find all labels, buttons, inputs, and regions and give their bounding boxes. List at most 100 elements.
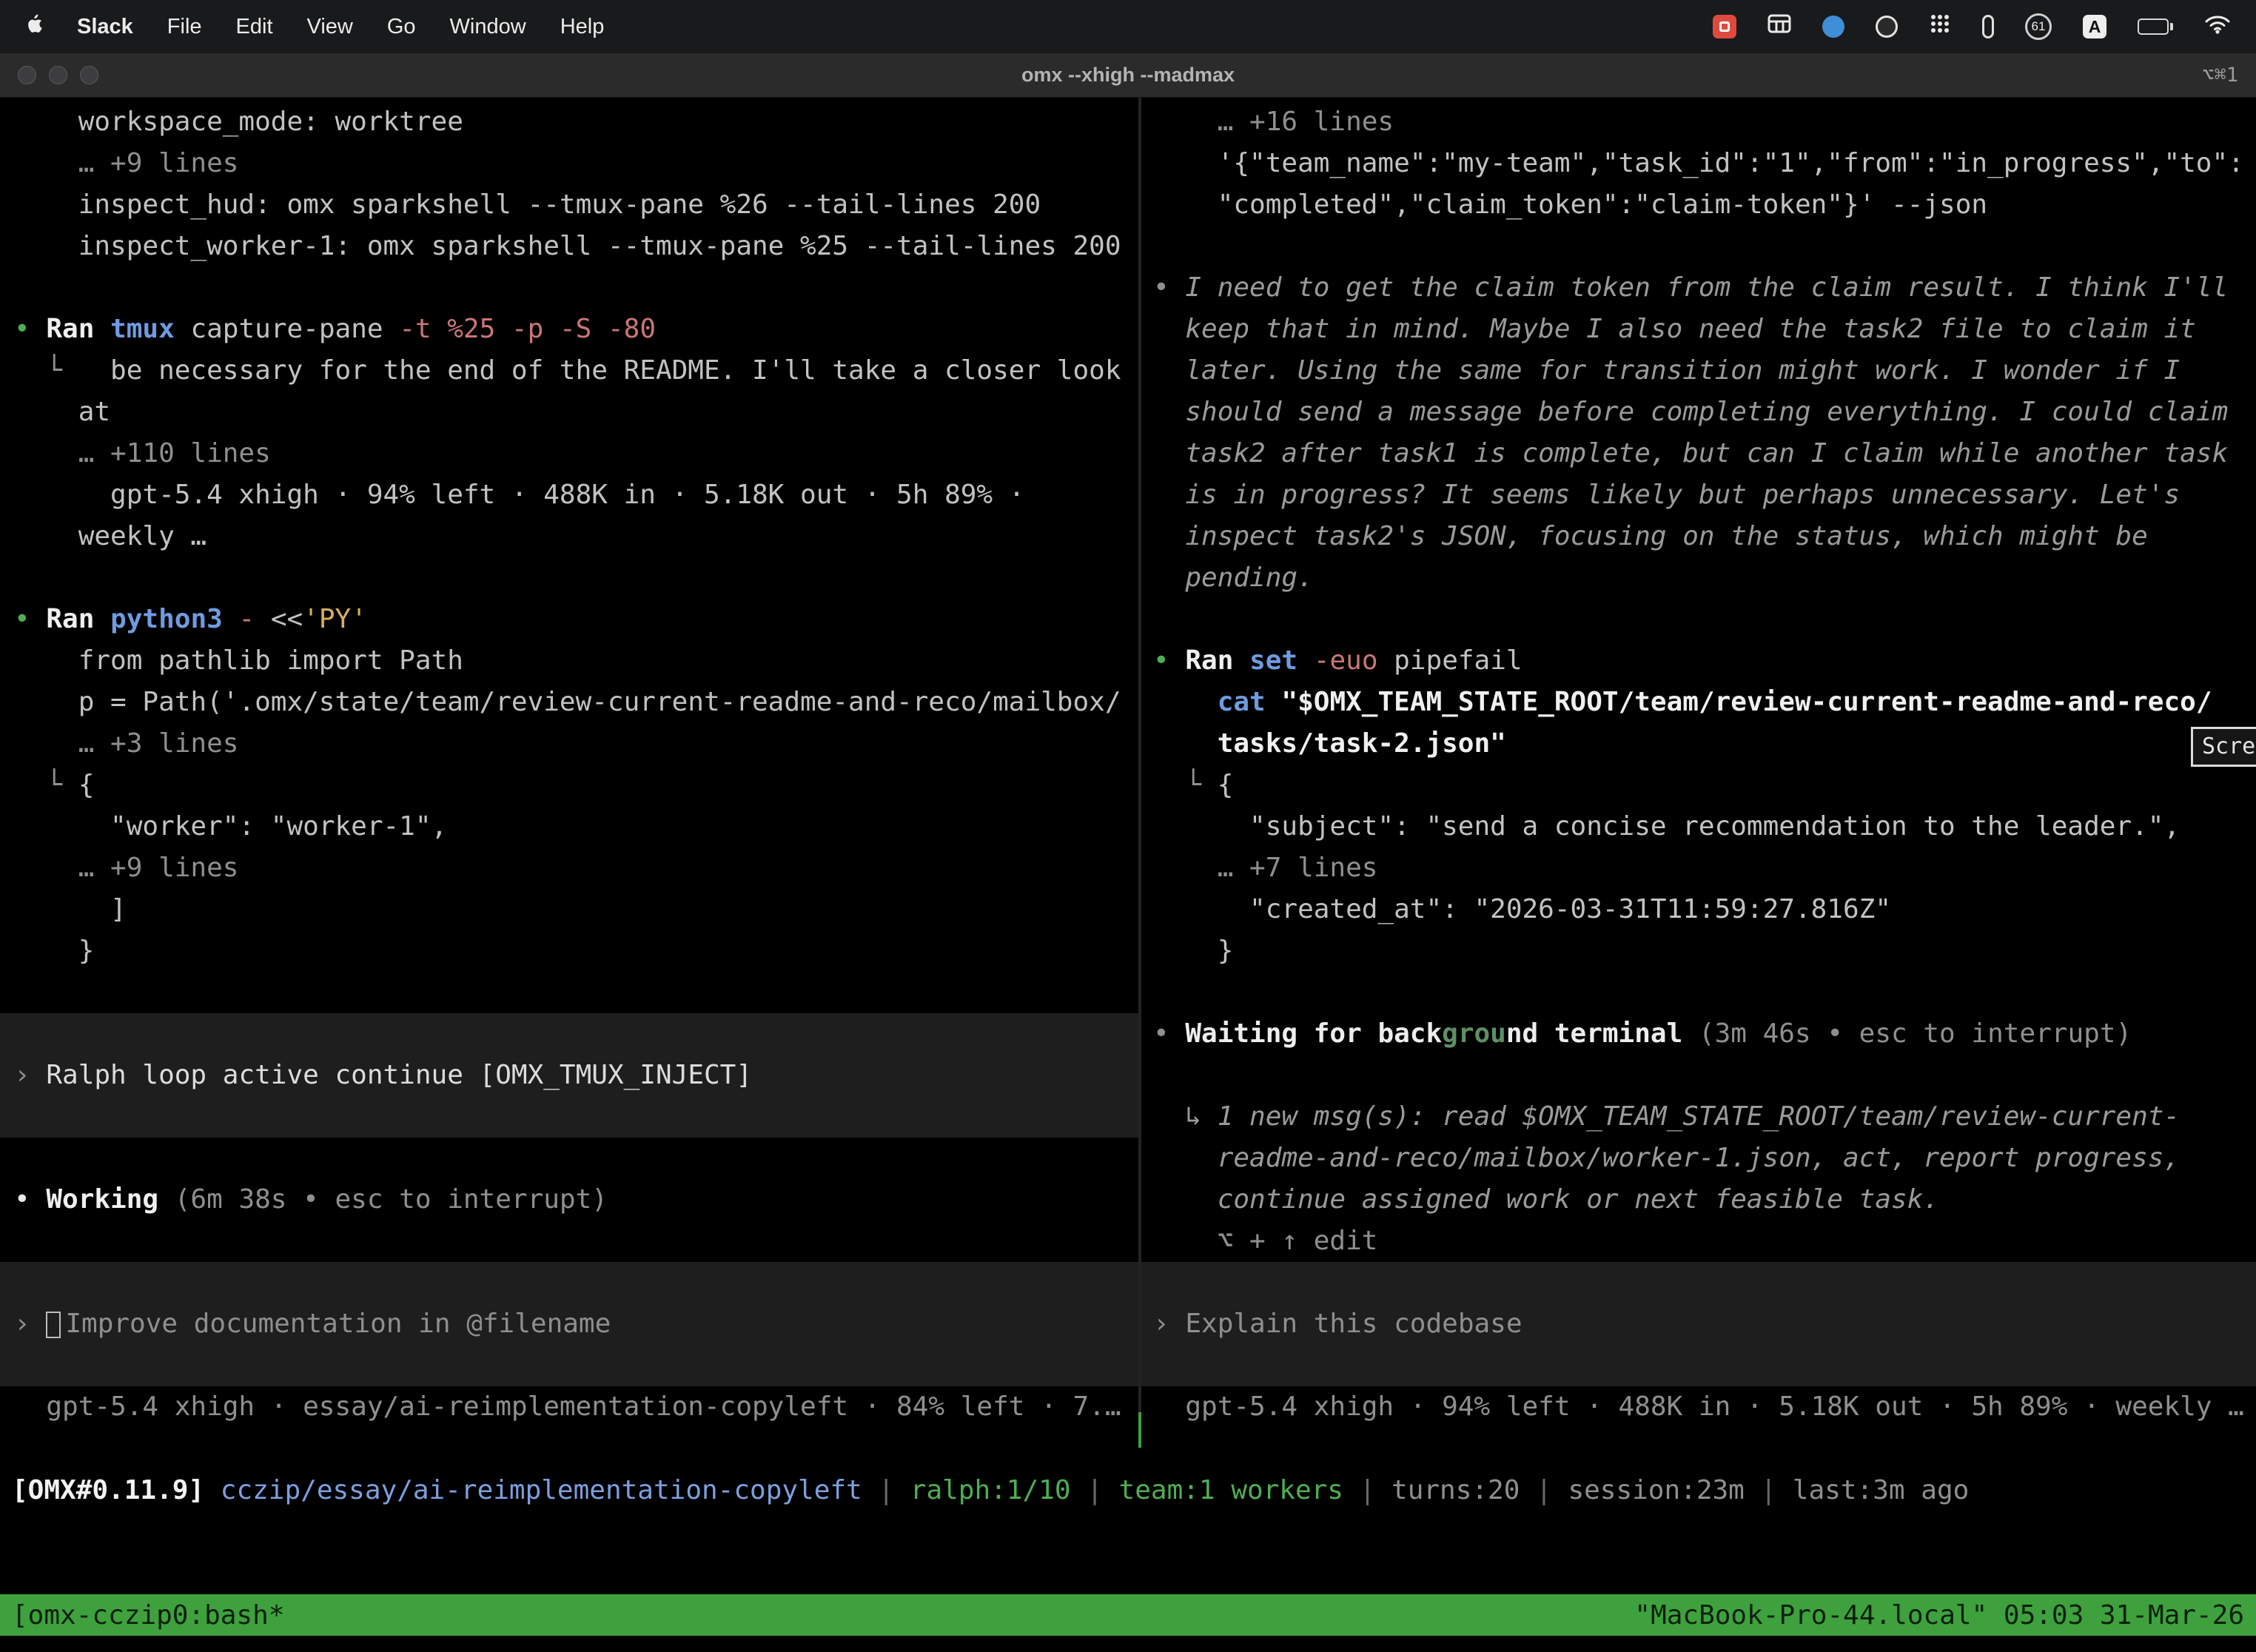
text-segment: session:23m [1568,1475,1744,1505]
wifi-icon[interactable] [2204,13,2231,40]
terminal-line: inspect task2's JSON, focusing on the st… [1141,516,2256,557]
text-segment: "worker": "worker-1", [14,811,447,842]
text-segment: … +3 lines [14,728,238,759]
text-segment [1297,645,1314,676]
prompt-input[interactable]: › Explain this codebase [1141,1303,2256,1345]
text-segment: continue assigned work or next feasible … [1153,1184,1939,1215]
terminal-line: inspect_hud: omx sparkshell --tmux-pane … [0,184,1138,226]
text-segment: › [1153,1309,1185,1339]
text-cursor [46,1312,61,1338]
menu-item-help[interactable]: Help [560,15,605,39]
minimize-button[interactable] [49,66,67,84]
terminal-line: '{"team_name":"my-team","task_id":"1","f… [1141,143,2256,184]
terminal-line: ↳ 1 new msg(s): read $OMX_TEAM_STATE_ROO… [1141,1096,2256,1138]
prompt-input[interactable]: › Improve documentation in @filename [0,1303,1138,1345]
terminal-line: "subject": "send a concise recommendatio… [1141,806,2256,847]
text-segment: (6m 38s • esc to interrupt) [158,1184,608,1215]
text-segment: weekly … [14,521,207,551]
spacer [0,1511,2256,1594]
text-segment: └ [14,355,110,386]
terminal-line: … +9 lines [0,847,1138,889]
tmux-session-label: [omx-cczip0:bash* [12,1600,284,1631]
terminal-line: gpt-5.4 xhigh · 94% left · 488K in · 5.1… [1141,1386,2256,1428]
text-segment: › [14,1060,46,1090]
tmux-status-bar: [omx-cczip0:bash* "MacBook-Pro-44.local"… [0,1594,2256,1636]
text-segment: "completed","claim_token":"claim-token"}… [1153,189,1987,220]
battery-icon[interactable] [2138,19,2173,35]
text-segment: keep that in mind. Maybe I also need the… [1153,314,2196,344]
text-segment: at [14,397,110,427]
terminal-line: } [1141,930,2256,972]
text-segment: p = Path('.omx/state/team/review-current… [14,687,1121,717]
text-segment [204,1475,221,1505]
input-source-icon[interactable]: A [2083,15,2106,38]
text-segment: from pathlib import Path [14,645,463,676]
blue-app-icon[interactable] [1822,16,1844,38]
text-segment: • [1153,272,1185,303]
text-segment: tasks/task-2.json" [1153,728,1506,759]
menu-item-edit[interactable]: Edit [236,15,273,39]
text-segment: cat [1218,687,1266,717]
terminal-line: ] [0,889,1138,930]
window-shortcut-hint: ⌥⌘1 [2202,64,2238,87]
close-button[interactable] [18,66,36,84]
text-segment: - [238,604,255,634]
spacer [0,1448,2256,1470]
capsule-icon[interactable] [1982,15,1994,38]
terminal-line: • Ran set -euo pipefail [1141,640,2256,682]
terminal-line: └ be necessary for the end of the README… [0,350,1138,392]
text-segment: -t %25 -p -S -80 [399,314,656,344]
terminal-line: … +110 lines [0,433,1138,474]
text-segment: └ [14,770,78,800]
terminal-line: • Waiting for background terminal (3m 46… [1141,1013,2256,1055]
terminal-line: gpt-5.4 xhigh · essay/ai-reimplementatio… [0,1386,1138,1428]
text-segment: … +16 lines [1153,107,1394,137]
menu-item-file[interactable]: File [167,15,202,39]
menu-item-window[interactable]: Window [450,15,526,39]
terminal-line: • Ran python3 - <<'PY' [0,599,1138,640]
terminal-line [0,267,1138,309]
text-segment: └ [1153,770,1218,800]
text-segment: • [14,314,46,344]
text-segment: | [1071,1475,1119,1505]
terminal-line: • Ran tmux capture-pane -t %25 -p -S -80 [0,309,1138,350]
text-segment: workspace_mode: worktree [14,107,463,137]
text-segment: inspect_worker-1: omx sparkshell --tmux-… [14,231,1121,261]
text-segment: Explain this codebase [1185,1309,1522,1339]
menu-bar-status-area: 61 A [1713,13,2231,41]
apple-menu-icon[interactable] [25,13,43,40]
tmux-host-clock: "MacBook-Pro-44.local" 05:03 31-Mar-26 [1634,1600,2244,1631]
text-segment: inspect task2's JSON, focusing on the st… [1153,521,2148,551]
terminal-line [0,1138,1138,1179]
screen-recording-icon[interactable] [1713,15,1736,38]
text-segment: readme-and-reco/mailbox/worker-1.json, a… [1153,1143,2180,1173]
gauge-icon[interactable]: 61 [2025,13,2052,40]
text-segment: tmux [110,314,175,344]
text-segment: ] [14,894,127,924]
text-segment: { [1218,770,1234,800]
text-segment: Improve documentation in @filename [65,1309,611,1339]
screen-capture-popup[interactable]: Scre [2191,727,2256,767]
text-segment: • [1153,1018,1185,1049]
screen: Slack File Edit View Go Window Help 61 A [0,0,2256,1652]
terminal-line: tasks/task-2.json" [1141,723,2256,765]
app-menu-slack[interactable]: Slack [77,15,133,39]
title-bar[interactable]: omx --xhigh --madmax ⌥⌘1 [0,53,2256,98]
dots-grid-icon[interactable] [1929,13,1951,41]
text-segment: • [14,1184,46,1215]
terminal-line: "worker": "worker-1", [0,806,1138,847]
menu-item-view[interactable]: View [307,15,353,39]
terminal-line: keep that in mind. Maybe I also need the… [1141,309,2256,350]
text-segment: python3 [110,604,223,634]
text-segment: should send a message before completing … [1153,397,2228,427]
terminal-line: is in progress? It seems likely but perh… [1141,474,2256,516]
zoom-button[interactable] [80,66,98,84]
circle-app-icon[interactable] [1876,16,1898,38]
prompt-input[interactable]: › Ralph loop active continue [OMX_TMUX_I… [0,1055,1138,1096]
terminal-line: p = Path('.omx/state/team/review-current… [0,682,1138,723]
terminal-line: readme-and-reco/mailbox/worker-1.json, a… [1141,1138,2256,1179]
text-segment: ⌥ + ↑ edit [1153,1226,1377,1256]
menu-item-go[interactable]: Go [387,15,416,39]
text-segment: last:3m ago [1793,1475,1969,1505]
window-grid-icon[interactable] [1767,14,1791,39]
